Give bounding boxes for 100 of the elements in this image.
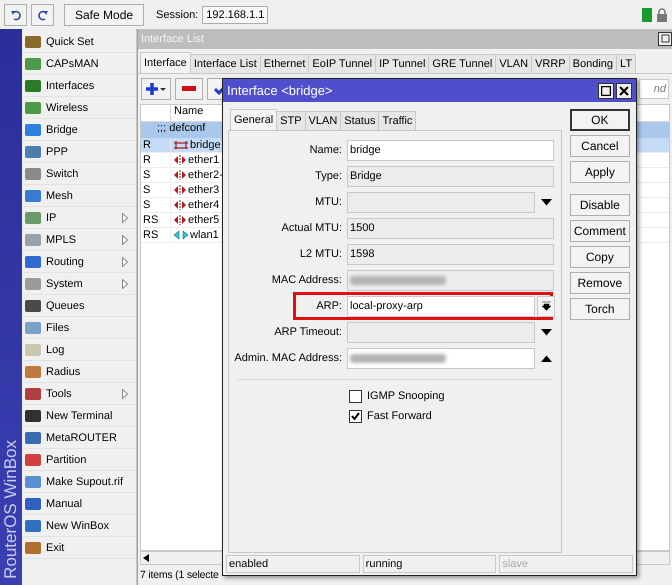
menu-tile-icon bbox=[24, 320, 42, 336]
status-field: enabled bbox=[226, 555, 360, 573]
ethernet-icon bbox=[173, 155, 187, 165]
dialog-button[interactable]: Disable bbox=[570, 194, 630, 216]
expand-arrow-icon[interactable] bbox=[541, 328, 552, 336]
sidebar-item[interactable]: Bridge bbox=[22, 119, 136, 141]
remove-button[interactable] bbox=[175, 78, 203, 100]
input-field[interactable]: local-proxy-arp bbox=[347, 296, 535, 316]
tab[interactable]: General bbox=[230, 109, 278, 130]
tab[interactable]: VLAN bbox=[495, 54, 532, 73]
input-field[interactable]: Bridge bbox=[347, 166, 554, 186]
sidebar-item[interactable]: New WinBox bbox=[22, 515, 136, 537]
tab[interactable]: LT bbox=[616, 54, 636, 73]
input-field[interactable] bbox=[347, 270, 554, 290]
sidebar-item[interactable]: MetaROUTER bbox=[22, 427, 136, 449]
input-field[interactable]: 1598 bbox=[347, 244, 554, 264]
input-field[interactable]: bridge bbox=[347, 140, 554, 160]
menu-tile-icon bbox=[24, 100, 42, 116]
dialog-button[interactable]: Remove bbox=[570, 272, 630, 294]
tab[interactable]: STP bbox=[276, 111, 306, 130]
sidebar-item[interactable]: Quick Set bbox=[22, 31, 136, 53]
tab[interactable]: Status bbox=[340, 111, 380, 130]
name-cell: bridge bbox=[190, 139, 221, 151]
dialog-title: Interface <bridge> bbox=[227, 83, 333, 98]
sidebar-item[interactable]: System bbox=[22, 273, 136, 295]
flag-cell: S bbox=[141, 169, 171, 181]
tab[interactable]: EoIP Tunnel bbox=[308, 54, 376, 73]
tab[interactable]: Ethernet bbox=[260, 54, 310, 73]
field-label: Name: bbox=[308, 144, 343, 156]
tab[interactable]: GRE Tunnel bbox=[428, 54, 496, 73]
sidebar-item[interactable]: Queues bbox=[22, 295, 136, 317]
dialog-button[interactable]: Cancel bbox=[570, 135, 630, 157]
sidebar-item[interactable]: IP bbox=[22, 207, 136, 229]
session-field[interactable]: 192.168.1.1 bbox=[202, 6, 268, 24]
tab[interactable]: Bonding bbox=[568, 54, 618, 73]
dialog-button[interactable]: Apply bbox=[570, 161, 630, 183]
sidebar-item[interactable]: Files bbox=[22, 317, 136, 339]
sidebar-item[interactable]: Wireless bbox=[22, 97, 136, 119]
scroll-left-icon[interactable] bbox=[141, 553, 151, 563]
sidebar-item[interactable]: Mesh bbox=[22, 185, 136, 207]
input-field[interactable] bbox=[347, 322, 535, 342]
wireless-icon bbox=[173, 230, 189, 240]
add-button[interactable] bbox=[141, 78, 171, 100]
sidebar-item[interactable]: Manual bbox=[22, 493, 136, 515]
restore-icon[interactable] bbox=[658, 32, 672, 46]
sidebar-item[interactable]: Partition bbox=[22, 449, 136, 471]
field-value: 1598 bbox=[350, 248, 374, 260]
checkbox[interactable] bbox=[349, 390, 362, 402]
ethernet-icon bbox=[173, 185, 187, 195]
close-icon bbox=[619, 86, 629, 96]
sidebar-item[interactable]: Make Supout.rif bbox=[22, 471, 136, 493]
menu-tile-icon bbox=[24, 342, 42, 358]
sidebar-item[interactable]: Tools bbox=[22, 383, 136, 405]
collapse-arrow-icon[interactable] bbox=[541, 354, 552, 362]
sidebar-item[interactable]: PPP bbox=[22, 141, 136, 163]
tab[interactable]: Interface List bbox=[190, 54, 261, 73]
menu-tile-icon bbox=[24, 56, 42, 72]
redo-button[interactable] bbox=[31, 4, 54, 26]
input-field[interactable] bbox=[347, 348, 535, 368]
dropdown-button[interactable] bbox=[537, 296, 555, 316]
maximize-button[interactable] bbox=[598, 82, 614, 98]
tab[interactable]: Interface bbox=[140, 52, 191, 73]
tab[interactable]: VLAN bbox=[304, 111, 342, 130]
field-label: Admin. MAC Address: bbox=[233, 352, 343, 364]
sidebar-item[interactable]: MPLS bbox=[22, 229, 136, 251]
flag-cell: RS bbox=[141, 229, 171, 241]
tab[interactable]: IP Tunnel bbox=[375, 54, 430, 73]
menu-tile-icon bbox=[24, 496, 42, 512]
flag-cell: RS bbox=[141, 214, 171, 226]
flag-cell: S bbox=[141, 184, 171, 196]
sidebar-item[interactable]: New Terminal bbox=[22, 405, 136, 427]
menu-tile-icon bbox=[24, 188, 42, 204]
sidebar-item[interactable]: Radius bbox=[22, 361, 136, 383]
sidebar-item[interactable]: Switch bbox=[22, 163, 136, 185]
input-field[interactable] bbox=[347, 192, 535, 212]
tab[interactable]: Traffic bbox=[378, 111, 416, 130]
sidebar-item[interactable]: Routing bbox=[22, 251, 136, 273]
close-button[interactable] bbox=[616, 82, 632, 98]
plus-caret-icon bbox=[145, 82, 167, 96]
tab[interactable]: VRRP bbox=[531, 54, 570, 73]
sidebar-item[interactable]: Exit bbox=[22, 537, 136, 559]
sidebar-item[interactable]: Interfaces bbox=[22, 75, 136, 97]
sidebar-item[interactable]: CAPsMAN bbox=[22, 53, 136, 75]
menu-tile-icon bbox=[24, 430, 42, 446]
input-field[interactable]: 1500 bbox=[347, 218, 554, 238]
undo-button[interactable] bbox=[4, 4, 27, 26]
menu-tile-icon bbox=[24, 474, 42, 490]
dialog-button[interactable]: Comment bbox=[570, 220, 630, 242]
dialog-button[interactable]: Copy bbox=[570, 246, 630, 268]
name-cell: ether5 bbox=[188, 214, 220, 226]
dialog-button[interactable]: OK bbox=[570, 109, 630, 131]
checkbox[interactable] bbox=[349, 410, 362, 422]
expand-arrow-icon[interactable] bbox=[541, 198, 552, 206]
find-field[interactable]: nd bbox=[639, 79, 669, 99]
menu-tile-icon bbox=[24, 298, 42, 314]
status-field: running bbox=[362, 555, 496, 573]
sidebar-item[interactable]: Log bbox=[22, 339, 136, 361]
dialog-button[interactable]: Torch bbox=[570, 298, 630, 320]
undo-icon bbox=[10, 8, 22, 20]
safe-mode-button[interactable]: Safe Mode bbox=[64, 4, 144, 26]
